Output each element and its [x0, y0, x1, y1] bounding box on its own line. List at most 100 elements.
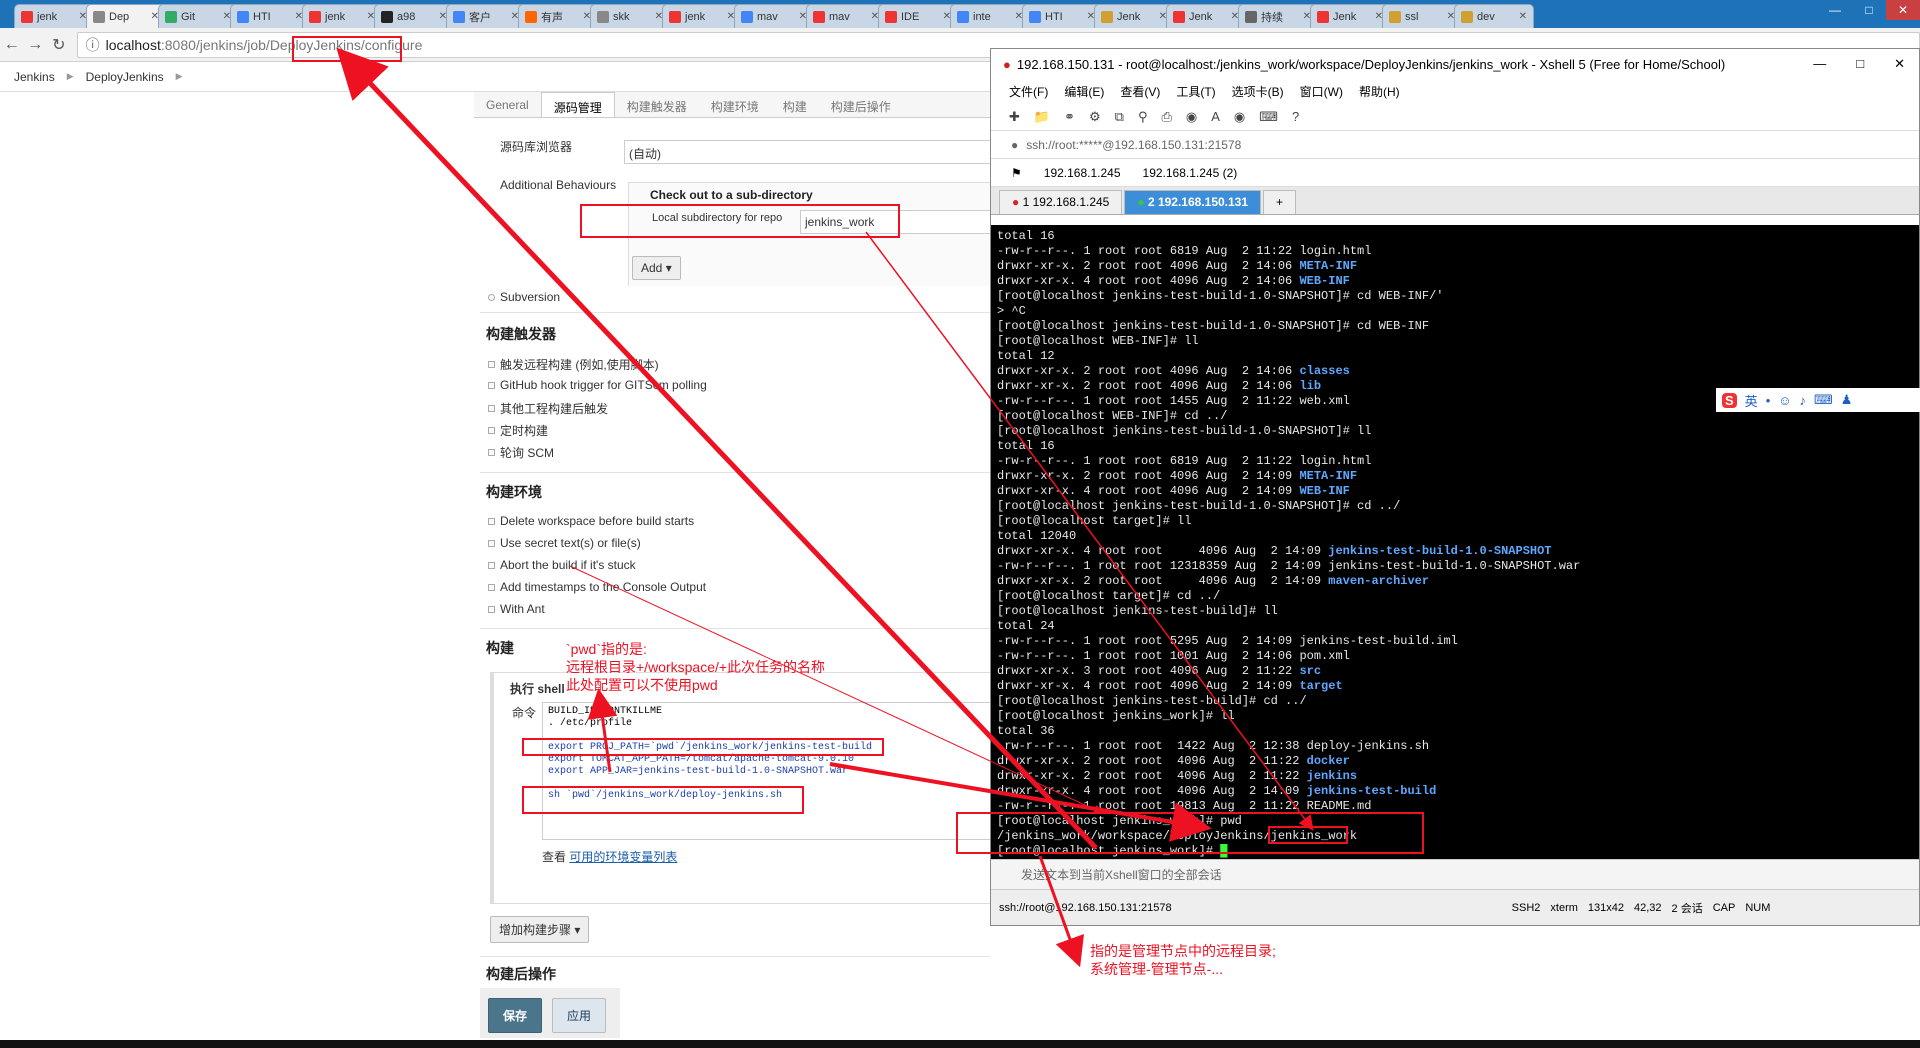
browser-tab[interactable]: 有声 ✕	[518, 4, 598, 28]
add-tab-button[interactable]: +	[1263, 190, 1297, 214]
save-button[interactable]: 保存	[488, 998, 543, 1033]
add-build-step-button[interactable]: 增加构建步骤 ▾	[490, 916, 590, 943]
tab-build[interactable]: 构建	[771, 92, 819, 117]
checkbox-option[interactable]: Abort the build if it's stuck	[488, 558, 636, 572]
xshell-menu-item[interactable]: 帮助(H)	[1359, 83, 1400, 100]
xshell-send-text: 发送文本到当前Xshell窗口的全部会话	[1021, 868, 1222, 882]
tab-favicon-icon	[741, 10, 753, 23]
browser-tab[interactable]: Git ✕	[158, 4, 238, 28]
minimize-icon[interactable]: —	[1813, 56, 1826, 72]
browser-tab[interactable]: Dep ✕	[86, 4, 166, 28]
browser-tab[interactable]: Jenk ✕	[1166, 4, 1246, 28]
copy-icon[interactable]: ⧉	[1115, 109, 1124, 125]
close-icon[interactable]: ✕	[1894, 56, 1905, 72]
session-tab-1[interactable]: ● 1 192.168.1.245	[999, 190, 1123, 214]
xshell-menu-item[interactable]: 编辑(E)	[1064, 83, 1104, 100]
open-folder-icon[interactable]: 📁	[1034, 109, 1050, 125]
favorite-2[interactable]: 192.168.1.245 (2)	[1143, 166, 1238, 180]
env-vars-link[interactable]: 可用的环境变量列表	[569, 850, 677, 864]
browser-tab[interactable]: 客户 ✕	[446, 4, 526, 28]
checkbox-option[interactable]: 定时构建	[488, 422, 548, 439]
browser-tab[interactable]: Jenk ✕	[1310, 4, 1390, 28]
link-icon[interactable]: ⚭	[1064, 109, 1075, 125]
xshell-menu-item[interactable]: 选项卡(B)	[1232, 83, 1284, 100]
ime-language[interactable]: 英	[1745, 391, 1758, 410]
checkbox-option[interactable]: GitHub hook trigger for GITScm polling	[488, 378, 707, 392]
close-icon[interactable]: ✕	[1886, 0, 1920, 20]
browser-tab[interactable]: mav ✕	[806, 4, 886, 28]
browser-tab[interactable]: HTI ✕	[1022, 4, 1102, 28]
keyboard-icon[interactable]: ⌨	[1259, 109, 1278, 125]
apply-button[interactable]: 应用	[552, 998, 607, 1033]
browser-tab[interactable]: Jenk ✕	[1094, 4, 1174, 28]
xshell-address-bar[interactable]: ● ssh://root:*****@192.168.150.131:21578	[991, 131, 1919, 159]
globe-icon[interactable]: ◉	[1186, 109, 1197, 125]
tab-general[interactable]: General	[474, 92, 541, 117]
terminal-line: [root@localhost target]# cd ../	[997, 589, 1913, 604]
terminal-line: drwxr-xr-x. 2 root root 4096 Aug 2 14:06…	[997, 259, 1913, 274]
terminal[interactable]: total 16 -rw-r--r--. 1 root root 6819 Aug…	[991, 225, 1919, 859]
search-icon[interactable]: ⚲	[1138, 109, 1148, 125]
maximize-icon[interactable]: □	[1852, 0, 1886, 20]
browser-tab[interactable]: 持续 ✕	[1238, 4, 1318, 28]
favorite-1[interactable]: 192.168.1.245	[1044, 166, 1121, 180]
subversion-radio[interactable]: Subversion	[488, 290, 560, 304]
browser-tab-strip: jenk ✕ Dep ✕ Git ✕ HTI ✕ jenk ✕ a98 ✕ 客户 ✕ 有声 ✕ skk ✕ jenk…	[0, 0, 1920, 28]
tab-triggers[interactable]: 构建触发器	[615, 92, 699, 117]
back-icon[interactable]: ←	[0, 36, 24, 54]
checkbox-option[interactable]: 触发远程构建 (例如,使用脚本)	[488, 356, 659, 373]
tab-post-build[interactable]: 构建后操作	[819, 92, 903, 117]
browser-tab[interactable]: jenk ✕	[662, 4, 742, 28]
checkbox-option[interactable]: Use secret text(s) or file(s)	[488, 536, 641, 550]
browser-tab[interactable]: IDE ✕	[878, 4, 958, 28]
xshell-favorites-bar: ⚑ 192.168.1.245 192.168.1.245 (2)	[991, 159, 1919, 187]
xshell-send-bar[interactable]: 发送文本到当前Xshell窗口的全部会话	[991, 859, 1919, 889]
print-icon[interactable]: ⎙	[1161, 109, 1171, 125]
breadcrumb-job[interactable]: DeployJenkins	[86, 70, 164, 84]
punctuation-icon[interactable]: •	[1766, 393, 1771, 408]
session-tab-2[interactable]: ● 2 192.168.150.131	[1124, 190, 1262, 214]
lock-icon[interactable]: ◉	[1234, 109, 1245, 125]
reload-icon[interactable]: ↻	[47, 35, 71, 55]
checkbox-option[interactable]: 其他工程构建后触发	[488, 400, 608, 417]
skin-icon[interactable]: ♟	[1841, 392, 1853, 408]
tab-label: 持续	[1261, 11, 1283, 24]
repo-browser-select[interactable]: (自动)	[624, 140, 1000, 164]
minimize-icon[interactable]: —	[1818, 0, 1852, 20]
checkbox-option[interactable]: With Ant	[488, 602, 545, 616]
xshell-menu-item[interactable]: 工具(T)	[1176, 83, 1215, 100]
chevron-down-icon: ▾	[574, 923, 581, 937]
new-session-icon[interactable]: ✚	[1009, 109, 1020, 125]
font-icon[interactable]: A	[1211, 109, 1220, 124]
checkbox-option[interactable]: Delete workspace before build starts	[488, 514, 694, 528]
browser-tab[interactable]: ssl ✕	[1382, 4, 1462, 28]
forward-icon[interactable]: →	[24, 36, 48, 54]
browser-tab[interactable]: a98 ✕	[374, 4, 454, 28]
browser-tab[interactable]: jenk ✕	[14, 4, 94, 28]
help-icon[interactable]: ?	[1292, 109, 1299, 124]
tab-environment[interactable]: 构建环境	[699, 92, 771, 117]
browser-tab[interactable]: jenk ✕	[302, 4, 382, 28]
browser-tab[interactable]: HTI ✕	[230, 4, 310, 28]
maximize-icon[interactable]: □	[1856, 56, 1864, 72]
xshell-menu-item[interactable]: 文件(F)	[1009, 83, 1048, 100]
terminal-line: drwxr-xr-x. 4 root root 4096 Aug 2 14:09…	[997, 784, 1913, 799]
breadcrumb-jenkins[interactable]: Jenkins	[14, 70, 55, 84]
emoji-icon[interactable]: ☺	[1778, 393, 1791, 408]
xshell-menu-item[interactable]: 查看(V)	[1120, 83, 1160, 100]
checkbox-option[interactable]: Add timestamps to the Console Output	[488, 580, 706, 594]
browser-tab[interactable]: mav ✕	[734, 4, 814, 28]
settings-icon[interactable]: ⚙	[1089, 109, 1101, 125]
close-tab-icon[interactable]: ✕	[1519, 11, 1527, 22]
terminal-text: drwxr-xr-x. 2 root root 4096 Aug 2 14:09	[997, 574, 1329, 588]
add-behaviour-button[interactable]: Add ▾	[632, 256, 681, 280]
tab-scm[interactable]: 源码管理	[540, 92, 615, 117]
mic-icon[interactable]: ♪	[1800, 393, 1807, 408]
browser-tab[interactable]: inte ✕	[950, 4, 1030, 28]
browser-tab[interactable]: skk ✕	[590, 4, 670, 28]
terminal-line: drwxr-xr-x. 4 root root 4096 Aug 2 14:09…	[997, 679, 1913, 694]
checkbox-option[interactable]: 轮询 SCM	[488, 444, 554, 461]
xshell-menu-item[interactable]: 窗口(W)	[1300, 83, 1343, 100]
browser-tab[interactable]: dev ✕	[1454, 4, 1534, 28]
keyboard-icon[interactable]: ⌨	[1814, 392, 1833, 408]
